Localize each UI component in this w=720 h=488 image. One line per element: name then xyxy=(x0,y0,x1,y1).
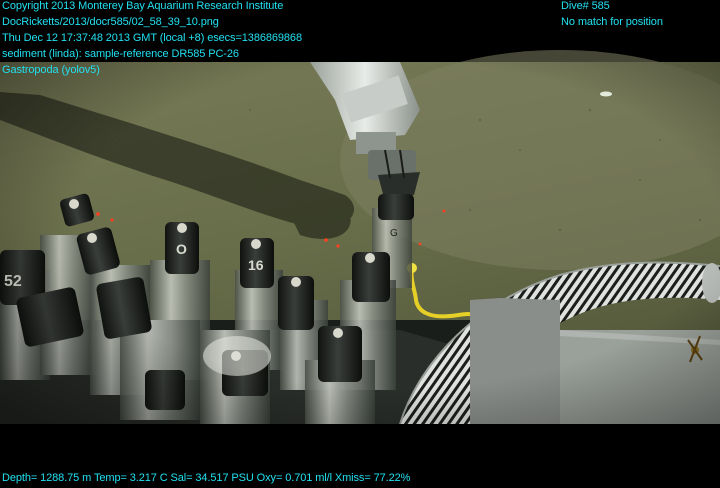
file-path-line: DocRicketts/2013/docr585/02_58_39_10.png xyxy=(2,16,219,28)
copyright-line: Copyright 2013 Monterey Bay Aquarium Res… xyxy=(2,0,284,12)
dive-number: Dive# 585 xyxy=(561,0,610,12)
timestamp-line: Thu Dec 12 17:37:48 2013 GMT (local +8) … xyxy=(2,32,302,44)
overlay-header-left: Copyright 2013 Monterey Bay Aquarium Res… xyxy=(2,0,302,80)
position-status: No match for position xyxy=(561,16,663,28)
overlay-header-right: Dive# 585 No match for position xyxy=(561,0,663,32)
detection-label-line: Gastropoda (yolov5) xyxy=(2,64,100,76)
sample-reference-line: sediment (linda): sample-reference DR585… xyxy=(2,48,239,60)
